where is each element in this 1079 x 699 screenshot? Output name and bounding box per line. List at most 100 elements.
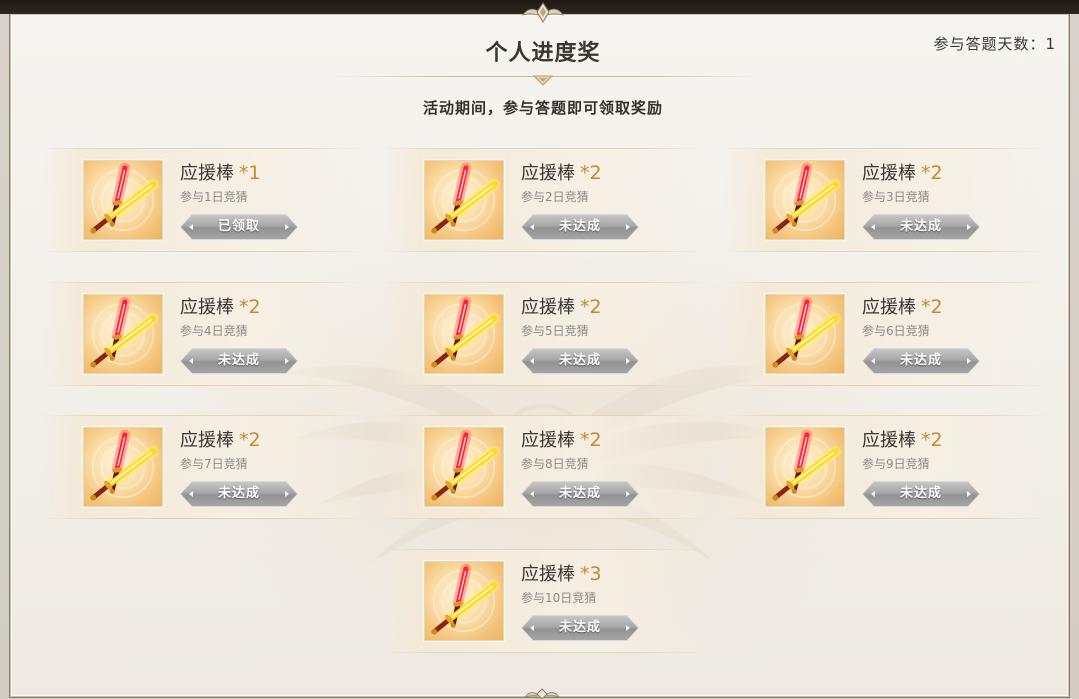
reward-icon-slot[interactable]: [765, 427, 845, 507]
reward-condition: 参与1日竞猜: [180, 190, 248, 204]
reward-card-day-9: 应援棒 *2 参与9日竞猜 未达成: [723, 415, 1049, 519]
reward-card-day-7: 应援棒 *2 参与7日竞猜 未达成: [41, 415, 367, 519]
glow-stick-icon: [431, 296, 501, 368]
arrow-right-icon: [285, 224, 289, 230]
reward-status-label: 未达成: [558, 353, 601, 368]
reward-status-button[interactable]: 未达成: [521, 481, 639, 507]
reward-card-day-6: 应援棒 *2 参与6日竞猜 未达成: [723, 282, 1049, 386]
reward-icon-slot[interactable]: [83, 160, 163, 240]
reward-status-label: 未达成: [217, 353, 260, 368]
reward-condition: 参与8日竞猜: [521, 457, 589, 471]
reward-title: 应援棒 *2: [862, 295, 943, 319]
reward-status-button[interactable]: 未达成: [862, 348, 980, 374]
panel-title: 个人进度奖: [485, 41, 601, 66]
reward-quantity: *2: [239, 429, 261, 451]
reward-status-button[interactable]: 未达成: [521, 615, 639, 641]
reward-title: 应援棒 *2: [180, 428, 261, 452]
reward-card-day-10: 应援棒 *3 参与10日竞猜 未达成: [382, 549, 708, 653]
reward-card-day-3: 应援棒 *2 参与3日竞猜 未达成: [723, 148, 1049, 252]
panel-subtitle: 活动期间，参与答题即可领取奖励: [422, 99, 663, 117]
reward-status-label: 未达成: [217, 486, 260, 501]
glow-stick-icon: [90, 429, 160, 501]
glow-stick-icon: [772, 162, 842, 234]
reward-icon-slot[interactable]: [424, 294, 504, 374]
reward-item-name: 应援棒: [180, 297, 234, 318]
reward-condition: 参与3日竞猜: [862, 190, 930, 204]
glow-stick-icon: [431, 162, 501, 234]
glow-stick-icon: [772, 296, 842, 368]
reward-condition: 参与2日竞猜: [521, 190, 589, 204]
reward-status-button[interactable]: 未达成: [521, 348, 639, 374]
reward-card-day-8: 应援棒 *2 参与8日竞猜 未达成: [382, 415, 708, 519]
game-screen: 个人进度奖 活动期间，参与答题即可领取奖励 参与答题天数：1 应援棒 *1 参与1…: [0, 0, 1079, 699]
arrow-right-icon: [626, 358, 630, 364]
reward-status-label: 未达成: [899, 353, 942, 368]
reward-item-name: 应援棒: [180, 430, 234, 451]
progress-reward-panel: 个人进度奖 活动期间，参与答题即可领取奖励 参与答题天数：1 应援棒 *1 参与1…: [10, 14, 1069, 697]
reward-title: 应援棒 *2: [521, 161, 602, 185]
reward-status-label: 未达成: [899, 486, 942, 501]
divider-ornament-icon: [533, 75, 553, 86]
reward-card-day-1: 应援棒 *1 参与1日竞猜 已领取: [41, 148, 367, 252]
reward-item-name: 应援棒: [180, 163, 234, 184]
reward-status-label: 已领取: [217, 219, 260, 234]
arrow-right-icon: [967, 491, 971, 497]
reward-item-name: 应援棒: [521, 430, 575, 451]
reward-quantity: *2: [921, 296, 943, 318]
reward-quantity: *2: [580, 429, 602, 451]
reward-item-name: 应援棒: [521, 297, 575, 318]
glow-stick-icon: [431, 429, 501, 501]
reward-icon-slot[interactable]: [765, 294, 845, 374]
reward-quantity: *1: [239, 162, 261, 184]
arrow-right-icon: [626, 491, 630, 497]
reward-quantity: *2: [580, 296, 602, 318]
reward-icon-slot[interactable]: [83, 427, 163, 507]
reward-item-name: 应援棒: [862, 297, 916, 318]
reward-quantity: *2: [239, 296, 261, 318]
reward-status-button[interactable]: 未达成: [180, 348, 298, 374]
participation-days-label: 参与答题天数：: [933, 35, 1046, 53]
reward-item-name: 应援棒: [521, 163, 575, 184]
reward-status-button[interactable]: 已领取: [180, 214, 298, 240]
reward-quantity: *2: [580, 162, 602, 184]
reward-icon-slot[interactable]: [83, 294, 163, 374]
glow-stick-icon: [90, 162, 160, 234]
reward-status-label: 未达成: [558, 486, 601, 501]
top-crest-ornament-icon: [522, 2, 564, 23]
participation-days-counter: 参与答题天数：1: [933, 34, 1056, 54]
reward-item-name: 应援棒: [521, 564, 575, 585]
arrow-right-icon: [626, 625, 630, 631]
reward-condition: 参与10日竞猜: [521, 591, 597, 605]
reward-card-day-4: 应援棒 *2 参与4日竞猜 未达成: [41, 282, 367, 386]
reward-condition: 参与7日竞猜: [180, 457, 248, 471]
reward-status-label: 未达成: [558, 219, 601, 234]
arrow-right-icon: [967, 358, 971, 364]
reward-icon-slot[interactable]: [424, 427, 504, 507]
reward-quantity: *3: [580, 563, 602, 585]
reward-quantity: *2: [921, 162, 943, 184]
bottom-crest-ornament-icon: [524, 688, 560, 699]
reward-status-label: 未达成: [558, 620, 601, 635]
arrow-right-icon: [967, 224, 971, 230]
glow-stick-icon: [772, 429, 842, 501]
reward-status-button[interactable]: 未达成: [862, 214, 980, 240]
reward-status-button[interactable]: 未达成: [521, 214, 639, 240]
reward-card-day-5: 应援棒 *2 参与5日竞猜 未达成: [382, 282, 708, 386]
reward-quantity: *2: [921, 429, 943, 451]
reward-status-button[interactable]: 未达成: [180, 481, 298, 507]
arrow-right-icon: [626, 224, 630, 230]
reward-title: 应援棒 *2: [862, 161, 943, 185]
reward-icon-slot[interactable]: [765, 160, 845, 240]
reward-title: 应援棒 *2: [180, 295, 261, 319]
reward-icon-slot[interactable]: [424, 561, 504, 641]
reward-item-name: 应援棒: [862, 430, 916, 451]
arrow-right-icon: [285, 358, 289, 364]
reward-status-button[interactable]: 未达成: [862, 481, 980, 507]
reward-title: 应援棒 *1: [180, 161, 261, 185]
glow-stick-icon: [431, 563, 501, 635]
reward-icon-slot[interactable]: [424, 160, 504, 240]
reward-condition: 参与6日竞猜: [862, 324, 930, 338]
reward-status-label: 未达成: [899, 219, 942, 234]
reward-title: 应援棒 *3: [521, 562, 602, 586]
reward-title: 应援棒 *2: [521, 428, 602, 452]
